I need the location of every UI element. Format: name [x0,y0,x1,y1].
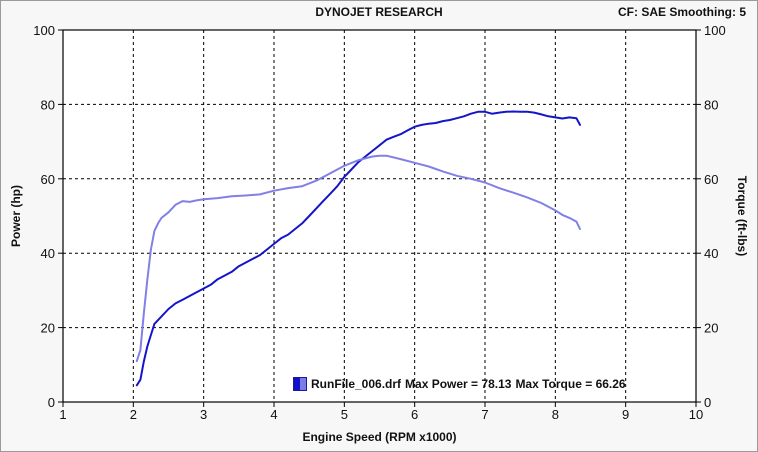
y-tick-label: 0 [48,395,55,410]
y-tick-label: 100 [33,23,55,38]
legend-run-file: RunFile_006.drf [311,377,402,391]
x-tick-label: 6 [411,407,418,422]
y2-tick-label: 60 [704,172,718,187]
x-tick-label: 2 [130,407,137,422]
x-tick-label: 10 [689,407,703,422]
y-tick-label: 20 [41,321,55,336]
y-axis-title: Power (hp) [9,185,23,247]
legend-swatch [293,377,307,391]
x-tick-label: 5 [341,407,348,422]
x-tick-label: 7 [481,407,488,422]
legend: RunFile_006.drf Max Power = 78.13 Max To… [293,376,626,392]
x-tick-label: 8 [552,407,559,422]
x-tick-label: 9 [622,407,629,422]
y2-tick-label: 40 [704,246,718,261]
x-tick-label: 1 [59,407,66,422]
y2-tick-label: 0 [704,395,711,410]
legend-max-power: Max Power = 78.13 [405,377,512,391]
y-tick-label: 80 [41,97,55,112]
y-tick-label: 60 [41,172,55,187]
y2-tick-label: 20 [704,321,718,336]
y2-tick-label: 80 [704,97,718,112]
y2-axis-title: Torque (ft-lbs) [735,176,749,256]
y-tick-label: 40 [41,246,55,261]
y2-tick-label: 100 [704,23,726,38]
legend-max-torque: Max Torque = 66.26 [515,377,626,391]
plot-area [63,30,696,402]
x-tick-label: 3 [200,407,207,422]
x-axis-title: Engine Speed (RPM x1000) [302,430,456,444]
x-tick-label: 4 [270,407,277,422]
